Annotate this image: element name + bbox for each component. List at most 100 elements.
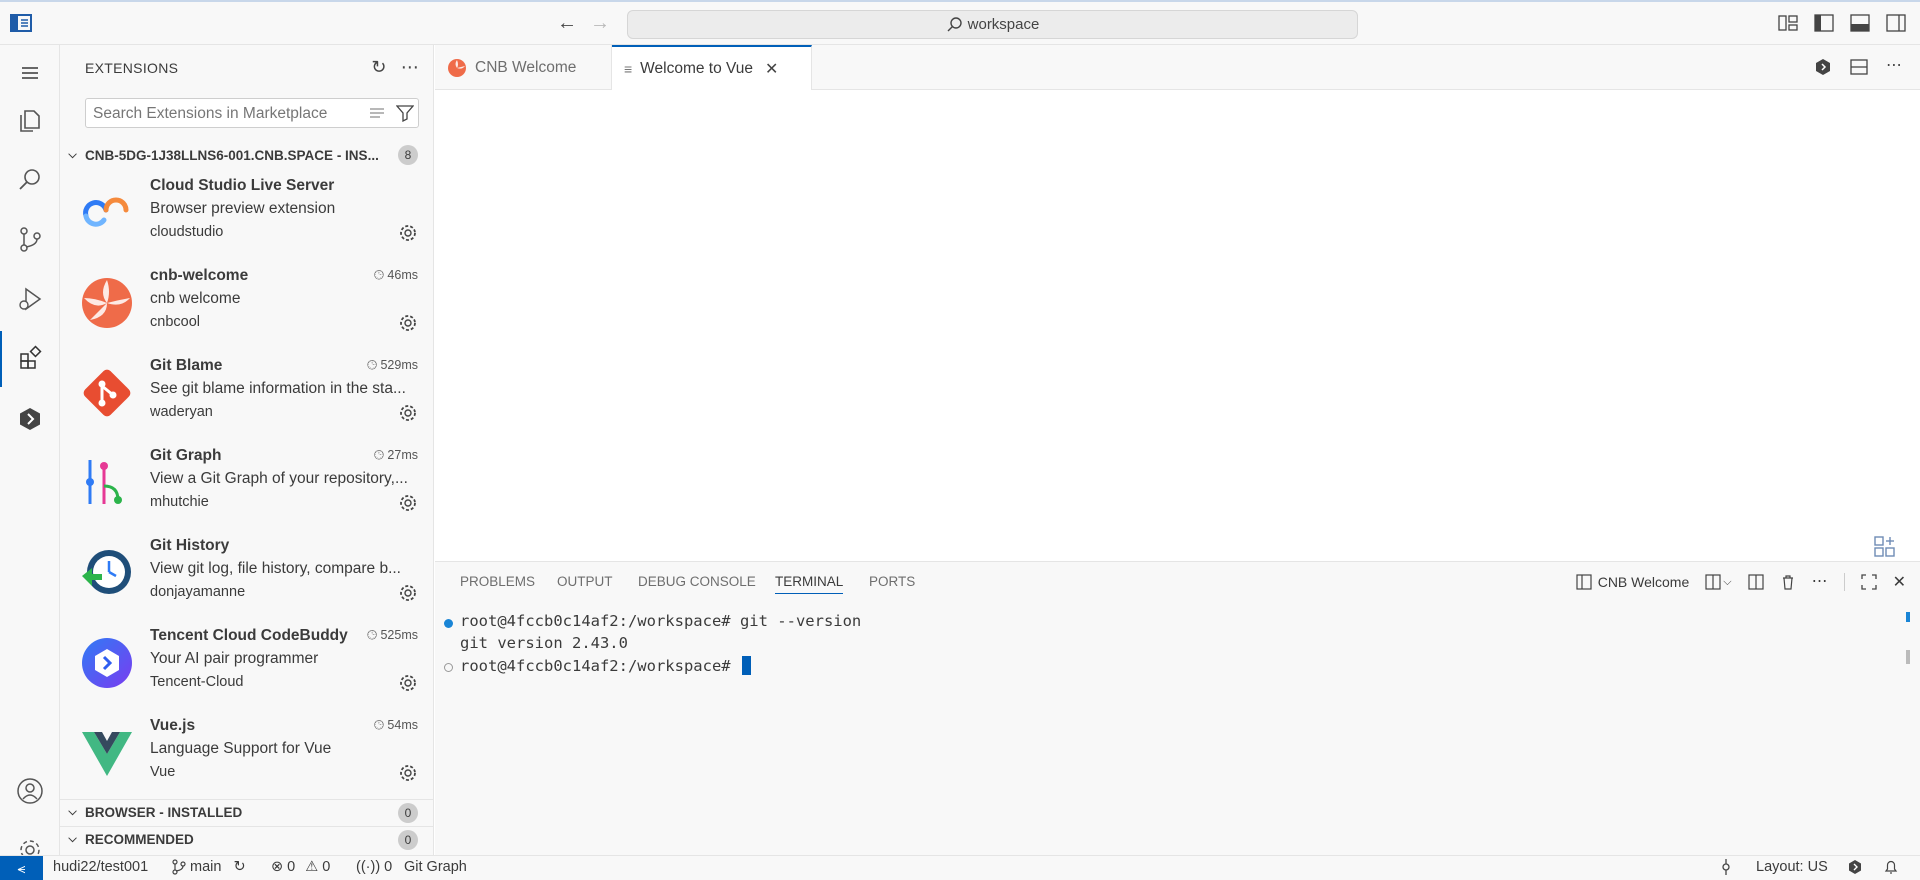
- status-codebuddy[interactable]: [1847, 859, 1863, 875]
- branch-name: main: [190, 859, 222, 875]
- extensions-search-input[interactable]: Search Extensions in Marketplace: [85, 98, 419, 128]
- close-panel-icon[interactable]: ✕: [1893, 572, 1906, 592]
- activation-time: 🕒︎ 27ms: [374, 448, 418, 463]
- extension-item-git-blame[interactable]: Git Blame See git blame information in t…: [60, 348, 434, 438]
- error-icon: ⊗: [271, 859, 284, 875]
- gear-icon[interactable]: [398, 313, 418, 333]
- remote-indicator[interactable]: ⪪︎: [0, 856, 43, 880]
- command-center-search[interactable]: workspace: [627, 10, 1358, 39]
- terminal-prompt: root@4fccb0c14af2:/workspace#: [460, 657, 740, 675]
- new-terminal-dropdown[interactable]: ⌵: [1705, 574, 1732, 590]
- cnb-tab-icon: [448, 58, 466, 77]
- codebuddy-action-icon[interactable]: [1814, 58, 1832, 76]
- terminal-cursor: [741, 656, 751, 675]
- search-placeholder: Search Extensions in Marketplace: [93, 105, 328, 122]
- tab-label: Welcome to Vue: [640, 59, 754, 77]
- split-editor-icon[interactable]: [1850, 58, 1868, 76]
- section-installed-remote[interactable]: ⌵ CNB-5DG-1J38LLNS6-001.CNB.SPACE - INS.…: [60, 142, 434, 168]
- activation-time-value: 525ms: [380, 628, 418, 642]
- history-clock-icon: 🕒︎: [374, 268, 384, 282]
- editor-area[interactable]: 中 A: [435, 90, 1920, 611]
- customize-layout-icon[interactable]: [1778, 14, 1798, 32]
- cloud-studio-logo-icon: [83, 197, 129, 227]
- notifications-bell-icon[interactable]: [1883, 859, 1899, 875]
- gear-icon[interactable]: [398, 673, 418, 693]
- panel-tab-problems[interactable]: PROBLEMS: [460, 574, 535, 589]
- section-browser-installed[interactable]: ⌵ BROWSER - INSTALLED 0: [60, 799, 434, 825]
- extension-item-git-graph[interactable]: Git Graph View a Git Graph of your repos…: [60, 438, 434, 528]
- search-icon: [947, 16, 962, 31]
- split-panel-icon[interactable]: [1747, 574, 1764, 590]
- close-icon[interactable]: ✕: [765, 59, 778, 79]
- gear-icon[interactable]: [398, 223, 418, 243]
- more-actions-icon[interactable]: ⋯: [1812, 574, 1828, 590]
- tab-welcome-to-vue[interactable]: ≡ Welcome to Vue ✕: [612, 45, 812, 90]
- remote-icon: ⪪︎: [17, 860, 26, 876]
- git-graph-logo-icon: [86, 460, 122, 504]
- panel-tab-output[interactable]: OUTPUT: [557, 574, 613, 589]
- status-location-icon[interactable]: [1718, 859, 1734, 875]
- back-arrow-icon[interactable]: ←: [555, 12, 579, 36]
- extension-item-cnb-welcome[interactable]: cnb-welcome cnb welcome cnbcool 🕒︎ 46ms: [60, 258, 434, 348]
- error-count: 0: [287, 859, 296, 875]
- section-label: CNB-5DG-1J38LLNS6-001.CNB.SPACE - INS...: [85, 147, 379, 163]
- extensions-icon[interactable]: [0, 331, 60, 387]
- extension-item-git-history[interactable]: Git History View git log, file history, …: [60, 528, 434, 618]
- extension-description: View a Git Graph of your repository,...: [150, 470, 408, 487]
- source-control-icon[interactable]: [0, 211, 60, 267]
- extension-item-codebuddy[interactable]: Tencent Cloud CodeBuddy Your AI pair pro…: [60, 618, 434, 708]
- activation-time: 🕒︎ 525ms: [367, 628, 418, 643]
- filter-icon[interactable]: [396, 104, 414, 122]
- divider: [1843, 573, 1845, 591]
- explorer-icon[interactable]: [0, 92, 60, 148]
- codebuddy-status-icon: [1849, 860, 1861, 874]
- refresh-icon[interactable]: ↻: [371, 57, 386, 78]
- toggle-secondary-sidebar-icon[interactable]: [1886, 14, 1906, 32]
- more-actions-icon[interactable]: ⋯: [1886, 58, 1902, 76]
- apps-add-icon[interactable]: [1872, 534, 1898, 560]
- status-ports[interactable]: ((·)) 0: [356, 859, 392, 875]
- extension-publisher: Tencent-Cloud: [150, 674, 244, 690]
- gear-icon[interactable]: [398, 583, 418, 603]
- gear-icon[interactable]: [398, 493, 418, 513]
- panel-tab-terminal[interactable]: TERMINAL: [775, 574, 844, 594]
- history-clock-icon: 🕒︎: [374, 448, 384, 462]
- terminal-instance[interactable]: CNB Welcome: [1576, 574, 1690, 590]
- status-git-graph[interactable]: Git Graph: [404, 859, 467, 875]
- panel-tab-ports[interactable]: PORTS: [869, 574, 915, 589]
- scrollbar-thumb[interactable]: [1906, 650, 1910, 664]
- section-recommended[interactable]: ⌵ RECOMMENDED 0: [60, 826, 434, 852]
- run-debug-icon[interactable]: [0, 271, 60, 327]
- status-keyboard-layout[interactable]: Layout: US: [1756, 859, 1828, 875]
- toggle-panel-icon[interactable]: [1850, 14, 1870, 32]
- terminal-name: CNB Welcome: [1597, 574, 1690, 590]
- status-repo[interactable]: hudi22/test001: [53, 859, 148, 875]
- extension-publisher: mhutchie: [150, 494, 209, 510]
- tab-cnb-welcome[interactable]: CNB Welcome: [435, 45, 612, 90]
- clear-filter-icon[interactable]: [368, 104, 386, 122]
- extension-item-cloud-studio-live-server[interactable]: Cloud Studio Live Server Browser preview…: [60, 168, 434, 258]
- extension-name: Tencent Cloud CodeBuddy: [150, 627, 348, 644]
- accounts-icon[interactable]: [0, 763, 60, 819]
- more-actions-icon[interactable]: ⋯: [401, 57, 419, 78]
- panel-tab-debug-console[interactable]: DEBUG CONSOLE: [638, 574, 756, 589]
- section-count: 0: [398, 802, 418, 823]
- codebuddy-icon[interactable]: [0, 391, 60, 447]
- forward-arrow-icon[interactable]: →: [588, 12, 612, 36]
- terminal-output[interactable]: root@4fccb0c14af2:/workspace# git --vers…: [435, 612, 1920, 852]
- sync-icon[interactable]: ↻: [233, 859, 245, 875]
- terminal-line: git version 2.43.0: [460, 634, 628, 652]
- maximize-panel-icon[interactable]: [1860, 574, 1877, 590]
- search-icon[interactable]: [0, 152, 60, 208]
- status-problems[interactable]: ⊗ 0 ⚠︎ 0: [271, 859, 330, 875]
- status-branch[interactable]: main ↻: [172, 859, 246, 875]
- gear-icon[interactable]: [398, 763, 418, 783]
- trash-icon[interactable]: [1780, 574, 1796, 590]
- gear-icon[interactable]: [398, 403, 418, 423]
- extension-item-vue[interactable]: Vue.js Language Support for Vue Vue 🕒︎ 5…: [60, 708, 434, 798]
- extension-publisher: cloudstudio: [150, 224, 224, 240]
- history-clock-icon: 🕒︎: [374, 718, 384, 732]
- app-logo-icon[interactable]: [10, 13, 32, 33]
- toggle-primary-sidebar-icon[interactable]: [1814, 14, 1834, 32]
- extension-name: Git Graph: [150, 447, 222, 464]
